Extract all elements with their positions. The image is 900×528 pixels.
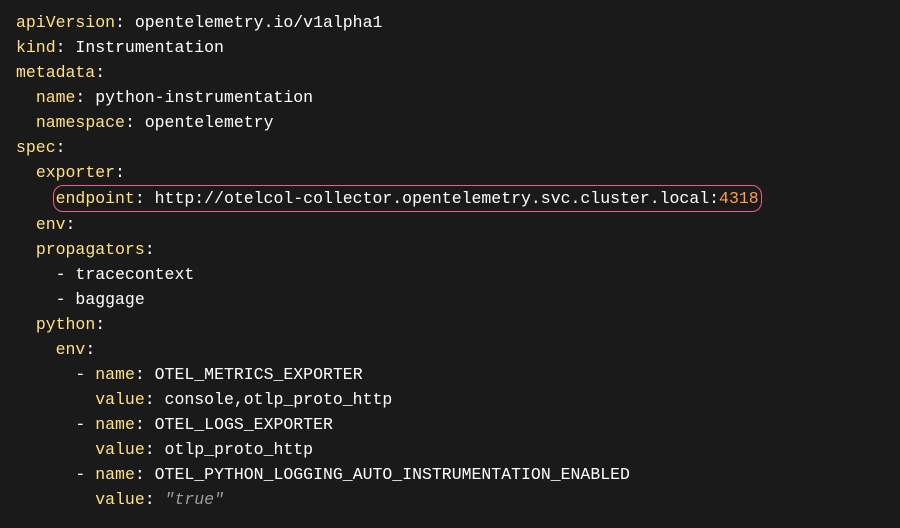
key-metadata: metadata <box>16 63 95 82</box>
key-python-env: env <box>56 340 86 359</box>
val-metadata-namespace: opentelemetry <box>145 113 274 132</box>
key-env0-name: name <box>95 365 135 384</box>
val-kind: Instrumentation <box>75 38 224 57</box>
key-propagators: propagators <box>36 240 145 259</box>
key-env: env <box>36 215 66 234</box>
val-metadata-name: python-instrumentation <box>95 88 313 107</box>
key-python: python <box>36 315 95 334</box>
val-apiVersion: opentelemetry.io/v1alpha1 <box>135 13 383 32</box>
highlight-endpoint: endpoint: http://otelcol-collector.opent… <box>53 185 762 212</box>
key-env1-value: value <box>95 440 145 459</box>
val-env0-name: OTEL_METRICS_EXPORTER <box>155 365 363 384</box>
key-endpoint: endpoint <box>56 189 135 208</box>
key-metadata-name: name <box>36 88 76 107</box>
val-env1-name: OTEL_LOGS_EXPORTER <box>155 415 333 434</box>
key-kind: kind <box>16 38 56 57</box>
val-env2-name: OTEL_PYTHON_LOGGING_AUTO_INSTRUMENTATION… <box>155 465 630 484</box>
val-propagator-1: baggage <box>75 290 144 309</box>
val-env2-value: "true" <box>165 490 224 509</box>
val-endpoint-port: 4318 <box>719 189 759 208</box>
key-env0-value: value <box>95 390 145 409</box>
yaml-code-block: apiVersion: opentelemetry.io/v1alpha1 ki… <box>0 0 900 524</box>
key-spec: spec <box>16 138 56 157</box>
val-endpoint-url: http://otelcol-collector.opentelemetry.s… <box>155 189 719 208</box>
val-env0-value: console,otlp_proto_http <box>165 390 393 409</box>
val-propagator-0: tracecontext <box>75 265 194 284</box>
key-exporter: exporter <box>36 163 115 182</box>
key-apiVersion: apiVersion <box>16 13 115 32</box>
key-env2-name: name <box>95 465 135 484</box>
val-env1-value: otlp_proto_http <box>165 440 314 459</box>
key-env1-name: name <box>95 415 135 434</box>
key-metadata-namespace: namespace <box>36 113 125 132</box>
key-env2-value: value <box>95 490 145 509</box>
